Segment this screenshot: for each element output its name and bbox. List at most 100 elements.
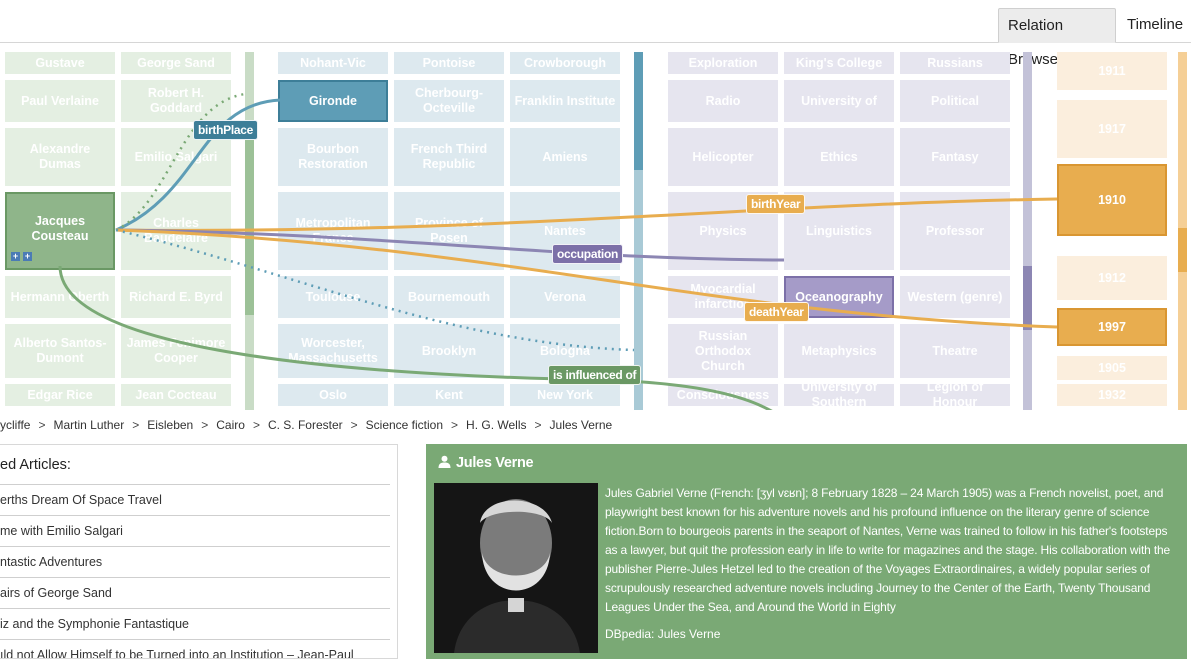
place-node[interactable]: Metropolitan France	[278, 192, 388, 270]
edge-label-occupation[interactable]: occupation	[552, 244, 624, 264]
person-node[interactable]: Alberto Santos-Dumont	[5, 324, 115, 378]
person-node[interactable]: Hermann Oberth	[5, 276, 115, 318]
breadcrumb-item[interactable]: H. G. Wells	[466, 418, 526, 432]
entity-description: Jules Gabriel Verne (French: [ʒyl vɛʁn];…	[605, 486, 1171, 614]
collapse-button[interactable]: +	[11, 252, 20, 261]
concept-node[interactable]: Political	[900, 80, 1010, 122]
place-node[interactable]: Kent	[394, 384, 504, 406]
concepts-scrollbar[interactable]	[1023, 52, 1032, 410]
concept-node[interactable]: Radio	[668, 80, 778, 122]
edge-label-birthyear[interactable]: birthYear	[746, 194, 806, 214]
place-node[interactable]: Crowborough	[510, 52, 620, 74]
concept-node[interactable]: University of	[784, 80, 894, 122]
breadcrumb-item[interactable]: ycliffe	[0, 418, 30, 432]
person-node[interactable]: Alexandre Dumas	[5, 128, 115, 186]
place-node[interactable]: French Third Republic	[394, 128, 504, 186]
place-node[interactable]: Cherbourg-Octeville	[394, 80, 504, 122]
place-node[interactable]: Worcester, Massachusetts	[278, 324, 388, 378]
concept-node[interactable]: Western (genre)	[900, 276, 1010, 318]
person-node[interactable]: Jean Cocteau	[121, 384, 231, 406]
concept-node[interactable]: Theatre	[900, 324, 1010, 378]
place-node[interactable]: Amiens	[510, 128, 620, 186]
breadcrumb-separator: >	[451, 418, 459, 432]
concept-node[interactable]: Metaphysics	[784, 324, 894, 378]
entity-info-panel: Jules Verne Jules Gabriel Verne (French:…	[426, 444, 1187, 659]
related-article-item[interactable]: iz and the Symphonie Fantastique	[0, 608, 390, 639]
breadcrumb-item[interactable]: C. S. Forester	[268, 418, 343, 432]
related-article-item[interactable]: me with Emilio Salgari	[0, 515, 390, 546]
person-node[interactable]: Edgar Rice	[5, 384, 115, 406]
person-node[interactable]: Charles Baudelaire	[121, 192, 231, 270]
person-node[interactable]: Paul Verlaine	[5, 80, 115, 122]
concept-node[interactable]: Legion of Honour	[900, 384, 1010, 406]
concept-node[interactable]: King's College	[784, 52, 894, 74]
concept-node[interactable]: Helicopter	[668, 128, 778, 186]
expand-button[interactable]: +	[23, 252, 32, 261]
concept-node[interactable]: Consciousness	[668, 384, 778, 406]
year-node[interactable]: 1912	[1057, 256, 1167, 300]
entity-source-link[interactable]: DBpedia: Jules Verne	[605, 627, 720, 641]
place-node[interactable]: Toulouse	[278, 276, 388, 318]
place-node[interactable]: Pontoise	[394, 52, 504, 74]
person-node[interactable]: Gustave	[5, 52, 115, 74]
breadcrumb-separator: >	[350, 418, 358, 432]
entity-title: Jules Verne	[438, 455, 534, 471]
person-node[interactable]: Richard E. Byrd	[121, 276, 231, 318]
place-node[interactable]: Brooklyn	[394, 324, 504, 378]
related-articles-title: ed Articles:	[0, 457, 71, 473]
related-article-item[interactable]: ntastic Adventures	[0, 546, 390, 577]
concepts-scrollbar-thumb[interactable]	[1023, 266, 1032, 330]
breadcrumb: ycliffe > Martin Luther > Eisleben > Cairo > C. …	[0, 418, 612, 434]
place-node[interactable]: Nohant-Vic	[278, 52, 388, 74]
year-node[interactable]: 1911	[1057, 52, 1167, 90]
breadcrumb-separator: >	[38, 418, 46, 432]
persons-scrollbar-thumb[interactable]	[245, 140, 254, 315]
breadcrumb-item[interactable]: Martin Luther	[53, 418, 124, 432]
breadcrumb-item[interactable]: Science fiction	[366, 418, 443, 432]
place-node[interactable]: Gironde	[278, 80, 388, 122]
person-node[interactable]: Robert H. Goddard	[121, 80, 231, 122]
place-node[interactable]: Bournemouth	[394, 276, 504, 318]
person-icon	[438, 455, 451, 468]
edge-label-birthplace[interactable]: birthPlace	[193, 120, 259, 140]
place-node[interactable]: Verona	[510, 276, 620, 318]
place-node[interactable]: Province of Posen	[394, 192, 504, 270]
place-node[interactable]: Bourbon Restoration	[278, 128, 388, 186]
year-node[interactable]: 1905	[1057, 356, 1167, 380]
places-scrollbar-thumb[interactable]	[634, 52, 643, 170]
year-node[interactable]: 1910	[1057, 164, 1167, 236]
years-scrollbar-thumb[interactable]	[1178, 228, 1187, 272]
tab-bar: Relation Browser Timeline	[0, 0, 1191, 68]
entity-title-text: Jules Verne	[456, 455, 534, 471]
tab-timeline[interactable]: Timeline	[1118, 8, 1191, 43]
breadcrumb-separator: >	[534, 418, 542, 432]
place-node[interactable]: New York	[510, 384, 620, 406]
breadcrumb-item[interactable]: Jules Verne	[550, 418, 613, 432]
concept-node[interactable]: University of Southern	[784, 384, 894, 406]
related-articles-panel: ed Articles: erths Dream Of Space Travel…	[0, 444, 398, 659]
related-article-item[interactable]: ıld not Allow Himself to be Turned into …	[0, 639, 390, 658]
tab-relation-browser[interactable]: Relation Browser	[998, 8, 1116, 68]
concept-node[interactable]: Ethics	[784, 128, 894, 186]
year-node[interactable]: 1932	[1057, 384, 1167, 406]
concept-node[interactable]: Russian Orthodox Church	[668, 324, 778, 378]
concept-node[interactable]: Russians	[900, 52, 1010, 74]
cousteau-controls: + +	[11, 252, 32, 261]
place-node[interactable]: Franklin Institute	[510, 80, 620, 122]
year-node[interactable]: 1997	[1057, 308, 1167, 346]
place-node[interactable]: Oslo	[278, 384, 388, 406]
edge-label-influenced[interactable]: is influenced of	[548, 365, 642, 385]
breadcrumb-item[interactable]: Eisleben	[147, 418, 193, 432]
related-article-item[interactable]: airs of George Sand	[0, 577, 390, 608]
concept-node[interactable]: Exploration	[668, 52, 778, 74]
relation-browser: Gustave George Sand Paul Verlaine Robert H.…	[0, 44, 1191, 410]
edge-label-deathyear[interactable]: deathYear	[744, 302, 809, 322]
related-article-item[interactable]: erths Dream Of Space Travel	[0, 484, 390, 515]
person-node[interactable]: James Fenimore Cooper	[121, 324, 231, 378]
year-node[interactable]: 1917	[1057, 100, 1167, 158]
concept-node[interactable]: Professor	[900, 192, 1010, 270]
breadcrumb-item[interactable]: Cairo	[216, 418, 245, 432]
person-node[interactable]: George Sand	[121, 52, 231, 74]
breadcrumb-separator: >	[252, 418, 260, 432]
concept-node[interactable]: Fantasy	[900, 128, 1010, 186]
